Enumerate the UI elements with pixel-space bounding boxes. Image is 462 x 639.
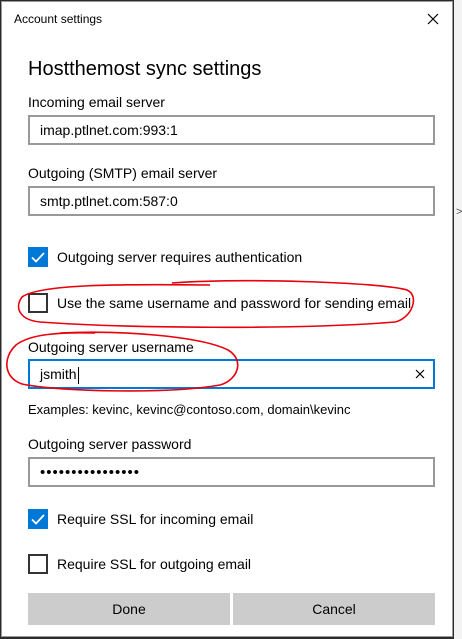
cancel-button[interactable]: Cancel <box>233 593 435 625</box>
window-title: Account settings <box>14 12 103 26</box>
username-label: Outgoing server username <box>28 339 194 355</box>
username-value: jsmith <box>40 366 77 382</box>
clear-icon[interactable] <box>413 367 427 381</box>
outgoing-server-value: smtp.ptlnet.com:587:0 <box>40 193 178 209</box>
requires-auth-checkbox[interactable] <box>28 247 48 267</box>
username-examples-hint: Examples: kevinc, kevinc@contoso.com, do… <box>28 402 351 417</box>
text-caret <box>77 366 79 384</box>
account-settings-dialog: Account settings Hostthemost sync settin… <box>1 1 453 637</box>
done-button[interactable]: Done <box>28 593 230 625</box>
password-value: •••••••••••••••• <box>40 464 141 481</box>
close-icon <box>427 13 439 25</box>
checkmark-icon <box>31 514 45 525</box>
ssl-incoming-label: Require SSL for incoming email <box>57 511 254 527</box>
ssl-incoming-checkbox[interactable] <box>28 509 48 529</box>
incoming-server-label: Incoming email server <box>28 94 165 110</box>
same-credentials-checkbox[interactable] <box>28 293 48 313</box>
background-app-edge: > <box>454 0 462 639</box>
outgoing-server-input[interactable]: smtp.ptlnet.com:587:0 <box>28 186 435 216</box>
requires-auth-label: Outgoing server requires authentication <box>57 249 303 265</box>
same-credentials-label: Use the same username and password for s… <box>57 295 412 311</box>
incoming-server-input[interactable]: imap.ptlnet.com:993:1 <box>28 115 435 145</box>
title-bar: Account settings <box>2 2 452 36</box>
outgoing-server-label: Outgoing (SMTP) email server <box>28 165 218 181</box>
close-button[interactable] <box>422 8 444 30</box>
ssl-outgoing-checkbox[interactable] <box>28 554 48 574</box>
checkmark-icon <box>31 252 45 263</box>
username-input[interactable]: jsmith <box>28 359 435 389</box>
password-label: Outgoing server password <box>28 436 192 452</box>
page-title: Hostthemost sync settings <box>28 58 262 80</box>
incoming-server-value: imap.ptlnet.com:993:1 <box>40 122 178 138</box>
ssl-outgoing-label: Require SSL for outgoing email <box>57 556 252 572</box>
password-input[interactable]: •••••••••••••••• <box>28 457 435 487</box>
